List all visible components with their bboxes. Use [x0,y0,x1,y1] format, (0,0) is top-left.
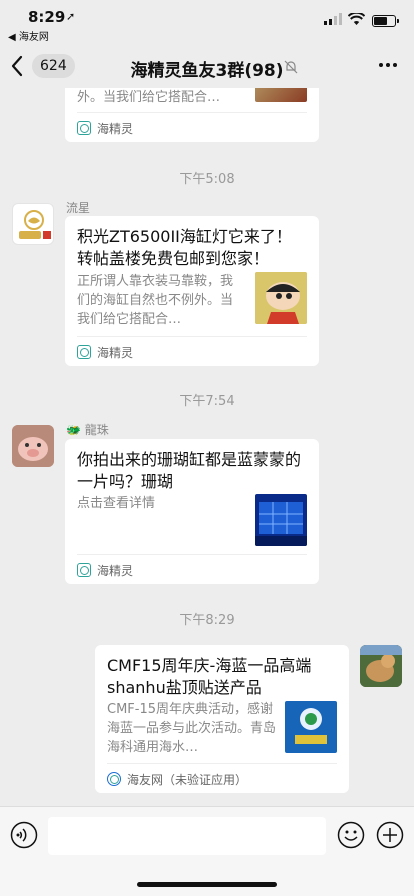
card-source-name: 海精灵 [97,122,134,136]
card-source-name: 海友网（未验证应用） [127,773,248,787]
dog-avatar-icon [360,645,402,687]
card-source: 海友网（未验证应用） [107,763,337,793]
mini-program-icon [77,121,91,135]
pig-avatar-icon [12,425,54,467]
avatar[interactable] [12,203,54,245]
card-description: 外。当我们给它搭配合… [77,90,221,105]
emoji-icon[interactable] [337,821,365,849]
link-card[interactable]: CMF15周年庆-海蓝一品高端shanhu盐顶贴送产品 CMF-15周年庆典活动… [95,645,349,793]
card-source: 海精灵 [77,336,307,366]
card-title: CMF15周年庆-海蓝一品高端shanhu盐顶贴送产品 [107,656,312,697]
avatar-logo-icon [19,210,51,239]
card-source-name: 海精灵 [97,346,134,360]
wifi-icon [348,13,365,25]
home-indicator [137,882,277,887]
message-timestamp: 下午8:29 [179,613,235,628]
message-timestamp: 下午7:54 [179,394,235,409]
message-input[interactable] [48,817,326,855]
more-options-icon[interactable] [378,62,398,68]
plus-icon[interactable] [376,821,404,849]
message-timestamp: 下午5:08 [179,172,235,187]
event-thumbnail-icon [285,701,337,753]
chat-header: 624 海精灵鱼友3群(98) [0,44,414,88]
card-thumbnail [255,494,307,546]
message-list[interactable]: 外。当我们给它搭配合… 海精灵 下午5:08 流星 积光ZT6500II海缸灯它… [0,88,414,806]
back-to-app-link[interactable]: ◀ 海友网 [8,28,49,43]
card-source-name: 海精灵 [97,564,134,578]
link-card[interactable]: 外。当我们给它搭配合… 海精灵 [65,88,319,142]
cartoon-thumbnail-icon [255,272,307,324]
link-card[interactable]: 积光ZT6500II海缸灯它来了！转帖盖楼免费包邮到您家！ 正所谓人靠衣装马靠鞍… [65,216,319,366]
card-source: 海精灵 [77,112,307,142]
card-source: 海精灵 [77,554,307,584]
mini-program-icon [77,563,91,577]
link-card[interactable]: 你拍出来的珊瑚缸都是蓝蒙蒙的一片吗？珊瑚 点击查看详情 海精灵 [65,439,319,584]
card-title: 积光ZT6500II海缸灯它来了！转帖盖楼免费包邮到您家！ [77,227,292,268]
mute-bell-icon [284,60,298,74]
card-description: 点击查看详情 [77,496,156,511]
card-thumbnail [285,701,337,753]
avatar[interactable] [360,645,402,687]
sender-name: 🐲 龍珠 [66,423,109,437]
chat-title: 海精灵鱼友3群(98) [130,61,284,81]
battery-icon [372,15,399,27]
card-description: 正所谓人靠衣装马靠鞍，我们的海缸自然也不例外。当我们给它搭配合… [77,274,234,327]
cellular-signal-icon [324,13,342,25]
voice-input-icon[interactable] [10,821,38,849]
card-title: 你拍出来的珊瑚缸都是蓝蒙蒙的一片吗？珊瑚 [77,450,302,491]
avatar[interactable] [12,425,54,467]
app-source-icon [107,772,121,786]
card-thumbnail [255,272,307,324]
sender-name: 流星 [66,201,91,215]
mini-program-icon [77,345,91,359]
card-description: CMF-15周年庆典活动，感谢海蓝一品参与此次活动。青岛海科通用海水… [107,702,277,755]
card-thumbnail [255,88,307,102]
status-bar: 8:29 ➚ ◀ 海友网 [0,0,414,44]
aquarium-thumbnail-icon [255,494,307,546]
status-time: 8:29 [28,8,66,26]
location-arrow-icon: ➚ [66,10,76,23]
